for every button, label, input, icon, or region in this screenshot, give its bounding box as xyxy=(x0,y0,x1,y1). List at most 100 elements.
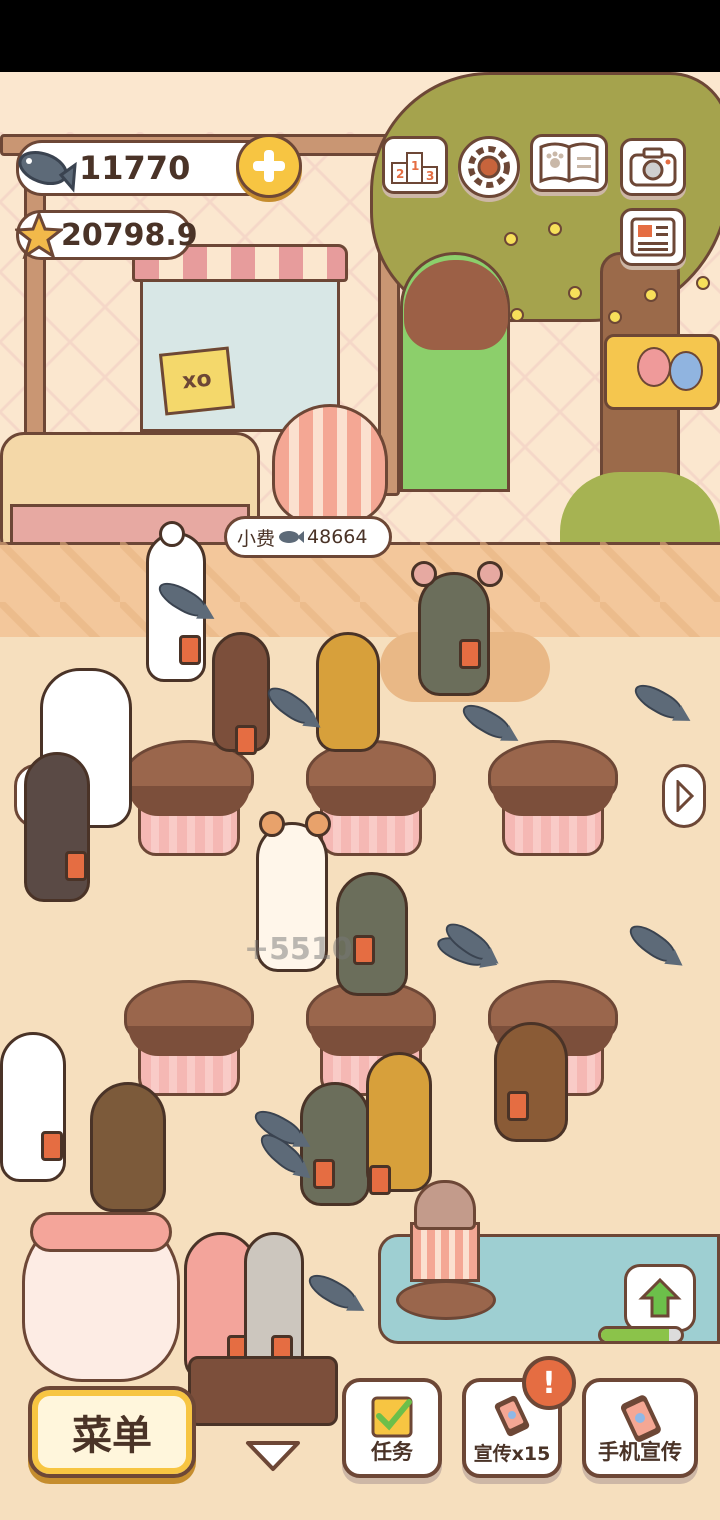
string-light xyxy=(504,232,518,246)
star-icon xyxy=(15,211,63,259)
string-light xyxy=(644,288,658,302)
cake-plate xyxy=(396,1280,496,1320)
cake-top xyxy=(414,1180,476,1230)
fish-icon[interactable] xyxy=(629,678,687,724)
svg-text:1: 1 xyxy=(411,159,419,173)
alert-badge: ! xyxy=(522,1356,576,1410)
status-bar xyxy=(0,0,720,72)
add-fish-button[interactable] xyxy=(236,134,302,198)
ranking-icon: 2 1 3 xyxy=(391,152,438,184)
paw-book-icon xyxy=(539,142,599,184)
phone-icon xyxy=(459,639,481,669)
fish-icon[interactable] xyxy=(624,919,680,967)
phone-icon xyxy=(179,635,201,665)
cake xyxy=(410,1222,480,1282)
newspaper-button[interactable] xyxy=(620,208,686,266)
balloon-event-icon[interactable] xyxy=(604,334,720,410)
tip-label: 小费 xyxy=(237,527,276,550)
cupcake-table[interactable] xyxy=(306,740,436,858)
upgrade-progress-fill xyxy=(601,1329,669,1341)
xo-sign: xo xyxy=(158,346,236,416)
wooden-crate xyxy=(188,1356,338,1426)
cat-customer-dark[interactable] xyxy=(24,752,90,902)
cupcake-table[interactable] xyxy=(124,740,254,858)
string-light xyxy=(510,308,524,322)
phone-icon xyxy=(369,1165,391,1195)
hyena-customer[interactable] xyxy=(366,1052,432,1195)
task-label: 任务 xyxy=(371,1440,413,1464)
collection-book-button[interactable] xyxy=(530,134,608,192)
blue-balloon xyxy=(669,351,703,391)
upgrade-arrow-icon xyxy=(638,1277,682,1318)
promo-label: 宣传x15 xyxy=(473,1443,551,1465)
gear-icon xyxy=(468,146,510,188)
svg-text:3: 3 xyxy=(426,169,434,183)
phone-icon xyxy=(353,935,375,965)
phone-icon xyxy=(507,1091,529,1121)
game-scene: xo 11770 20798.9 2 1 3 小费 48664 +5510 菜单… xyxy=(0,72,720,1520)
red-balloon xyxy=(637,347,671,387)
tip-bubble[interactable]: 小费 48664 xyxy=(224,516,392,558)
fish-icon[interactable] xyxy=(303,1268,361,1314)
ear xyxy=(477,561,503,587)
newspaper-icon xyxy=(630,217,676,257)
grass-patch xyxy=(560,472,720,552)
cupcake-table[interactable] xyxy=(124,980,254,1098)
dog-customer[interactable] xyxy=(0,1032,66,1182)
ranking-button[interactable]: 2 1 3 xyxy=(382,136,448,194)
task-button[interactable]: 任务 xyxy=(342,1378,442,1478)
hyena-customer[interactable] xyxy=(316,632,380,752)
tip-value: 48664 xyxy=(307,526,368,548)
upgrade-button[interactable] xyxy=(624,1264,696,1332)
floating-score: +5510 xyxy=(244,932,353,967)
star-currency: 20798.9 xyxy=(15,210,198,260)
star-count: 20798.9 xyxy=(61,217,198,253)
mouse-customer[interactable] xyxy=(411,561,503,696)
chevron-down-icon xyxy=(246,1441,300,1471)
dog-customer[interactable] xyxy=(212,632,270,755)
cupcake-table[interactable] xyxy=(488,740,618,858)
ear xyxy=(411,561,437,587)
cake-stand xyxy=(396,1172,496,1322)
collapse-button[interactable] xyxy=(242,1436,304,1476)
table-drip xyxy=(492,786,614,816)
scroll-right-button[interactable] xyxy=(662,764,706,828)
candy-jar-lid xyxy=(30,1212,172,1252)
string-light xyxy=(568,286,582,300)
svg-text:2: 2 xyxy=(396,167,404,181)
phone-icon xyxy=(41,1131,63,1161)
fish-icon[interactable] xyxy=(262,681,318,729)
ear xyxy=(259,811,285,837)
string-light xyxy=(608,310,622,324)
phone-promo-button[interactable]: 手机宣传 xyxy=(582,1378,698,1478)
chevron-right-icon xyxy=(676,780,694,812)
table-drip xyxy=(128,786,250,816)
camera-button[interactable] xyxy=(620,138,686,196)
string-light xyxy=(548,222,562,236)
phone-icon xyxy=(313,1159,335,1189)
phone-promo-icon xyxy=(620,1395,661,1442)
phone-promo-icon xyxy=(494,1395,530,1437)
table-drip xyxy=(310,1026,432,1056)
phone-icon xyxy=(65,851,87,881)
fish-icon xyxy=(18,150,77,193)
plus-icon xyxy=(253,150,285,182)
ear xyxy=(159,521,185,547)
ear xyxy=(305,811,331,837)
upgrade-progress-bar xyxy=(598,1326,684,1344)
table-drip xyxy=(310,786,432,816)
hedgehog-customer[interactable] xyxy=(494,1022,568,1142)
fish-icon xyxy=(279,531,305,543)
chocolate-drip-arch xyxy=(404,260,508,350)
table-drip xyxy=(128,1026,250,1056)
hot-air-balloon xyxy=(272,404,388,524)
phone-icon xyxy=(235,725,257,755)
fish-icon[interactable] xyxy=(457,698,515,744)
menu-button[interactable]: 菜单 xyxy=(28,1386,196,1478)
hedgehog-customer[interactable] xyxy=(90,1082,166,1212)
settings-button[interactable] xyxy=(458,136,520,198)
fish-count: 11770 xyxy=(79,149,191,187)
camera-icon xyxy=(629,147,677,187)
checklist-icon xyxy=(371,1396,413,1438)
string-light xyxy=(696,276,710,290)
